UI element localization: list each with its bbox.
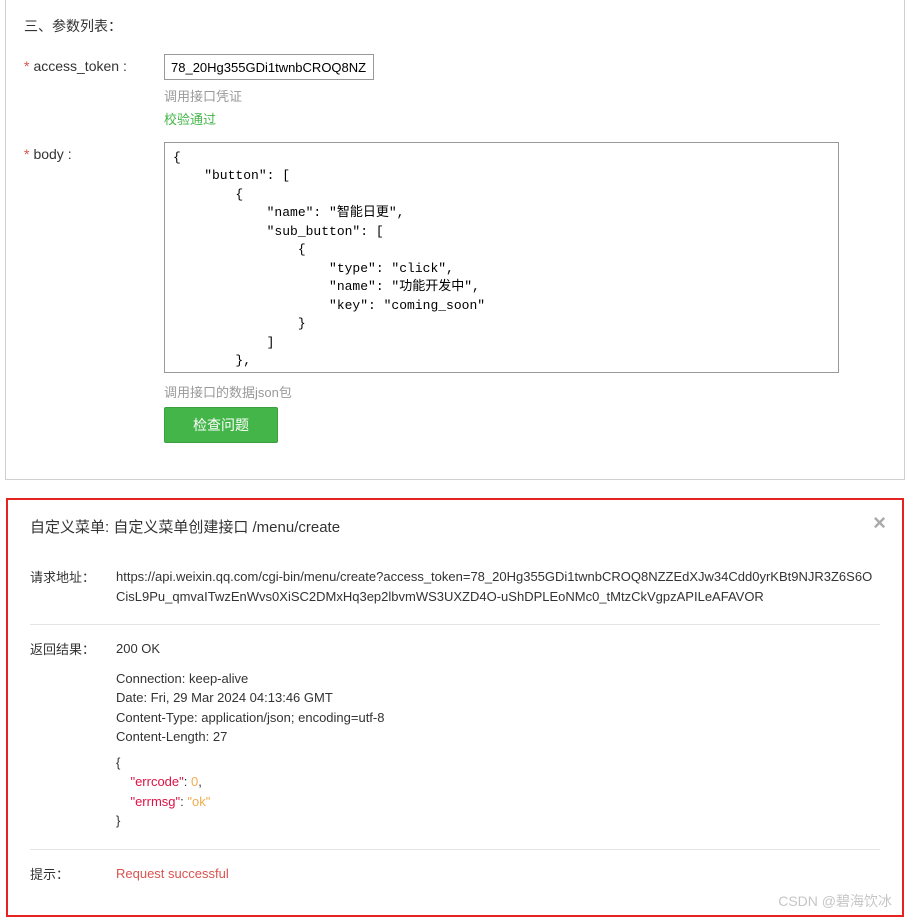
- tip-value: Request successful: [116, 864, 880, 884]
- response-headers: Connection: keep-aliveDate: Fri, 29 Mar …: [116, 669, 880, 747]
- request-url-label: 请求地址：: [30, 567, 116, 586]
- body-hint: 调用接口的数据json包: [164, 382, 886, 401]
- result-header: 自定义菜单: 自定义菜单创建接口 /menu/create ×: [8, 500, 902, 551]
- response-status: 200 OK: [116, 639, 880, 659]
- body-row: *body : 调用接口的数据json包 检查问题: [24, 142, 886, 443]
- access-token-label: *access_token :: [24, 54, 164, 74]
- required-mark: *: [24, 146, 29, 162]
- body-input-col: 调用接口的数据json包 检查问题: [164, 142, 886, 443]
- body-textarea[interactable]: [164, 142, 839, 373]
- response-label: 返回结果：: [30, 639, 116, 658]
- tip-row: 提示： Request successful: [30, 854, 880, 894]
- access-token-validate: 校验通过: [164, 109, 886, 128]
- response-json: { "errcode": 0, "errmsg": "ok" }: [116, 753, 880, 831]
- access-token-input-col: 调用接口凭证 校验通过: [164, 54, 886, 128]
- result-title: 自定义菜单: 自定义菜单创建接口 /menu/create: [30, 519, 340, 536]
- close-icon[interactable]: ×: [873, 512, 886, 534]
- request-url-row: 请求地址： https://api.weixin.qq.com/cgi-bin/…: [30, 557, 880, 625]
- body-label: *body :: [24, 142, 164, 162]
- response-row: 返回结果： 200 OK Connection: keep-aliveDate:…: [30, 629, 880, 850]
- access-token-hint: 调用接口凭证: [164, 86, 886, 105]
- response-value: 200 OK Connection: keep-aliveDate: Fri, …: [116, 639, 880, 831]
- parameters-panel: 三、参数列表： *access_token : 调用接口凭证 校验通过 *bod…: [5, 0, 905, 480]
- access-token-input[interactable]: [164, 54, 374, 80]
- section-title: 三、参数列表：: [24, 16, 886, 36]
- result-panel: 自定义菜单: 自定义菜单创建接口 /menu/create × 请求地址： ht…: [6, 498, 904, 917]
- access-token-row: *access_token : 调用接口凭证 校验通过: [24, 54, 886, 128]
- required-mark: *: [24, 58, 29, 74]
- request-url-value: https://api.weixin.qq.com/cgi-bin/menu/c…: [116, 567, 880, 606]
- tip-label: 提示：: [30, 864, 116, 883]
- submit-button[interactable]: 检查问题: [164, 407, 278, 443]
- result-body: 请求地址： https://api.weixin.qq.com/cgi-bin/…: [8, 551, 902, 915]
